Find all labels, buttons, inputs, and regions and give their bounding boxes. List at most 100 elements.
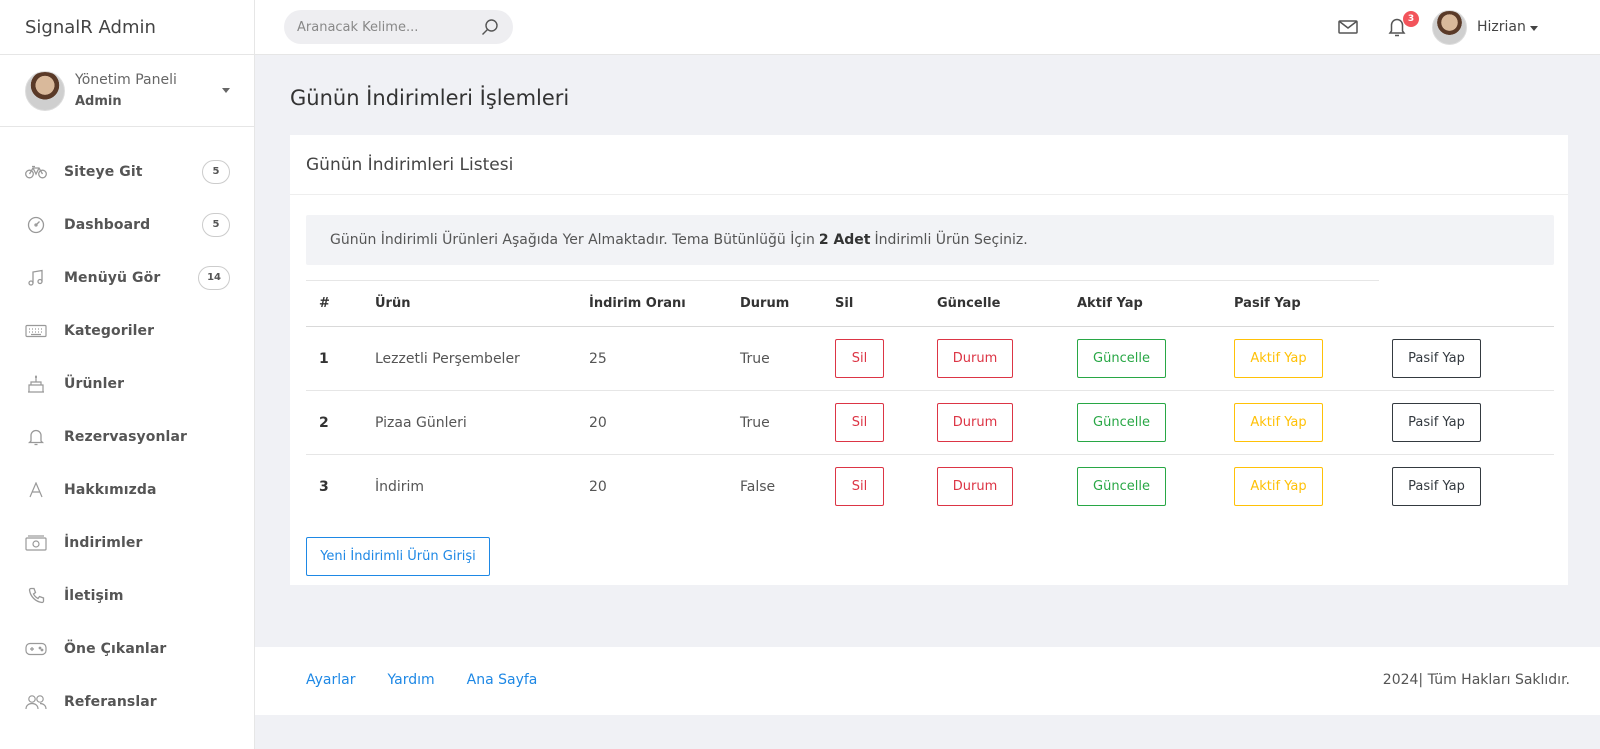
bell-icon bbox=[25, 428, 47, 446]
info-alert: Günün İndirimli Ürünleri Aşağıda Yer Alm… bbox=[306, 215, 1554, 265]
gamepad-icon bbox=[25, 640, 47, 658]
sidebar-item-siteye-git[interactable]: Siteye Git 5 bbox=[0, 145, 254, 198]
copyright-text: 2024| Tüm Hakları Saklıdır. bbox=[1382, 672, 1570, 688]
count-badge: 5 bbox=[202, 212, 230, 237]
money-icon bbox=[25, 534, 47, 552]
table-row: 1 Lezzetli Perşembeler 25 True Sil Durum… bbox=[306, 327, 1554, 391]
column-header: Sil bbox=[822, 280, 924, 327]
discounts-table: # Ürün İndirim Oranı Durum Sil Güncelle … bbox=[306, 280, 1554, 519]
alert-text: Günün İndirimli Ürünleri Aşağıda Yer Alm… bbox=[330, 232, 815, 248]
product-name: Pizaa Günleri bbox=[375, 414, 467, 431]
status-button[interactable]: Durum bbox=[937, 339, 1013, 378]
sidebar-item-referanslar[interactable]: Referanslar bbox=[0, 675, 254, 728]
deactivate-button[interactable]: Pasif Yap bbox=[1392, 403, 1481, 442]
sidebar-item-label: Siteye Git bbox=[64, 163, 143, 180]
search-input[interactable] bbox=[297, 19, 472, 35]
notification-count-badge: 3 bbox=[1403, 11, 1419, 27]
footer-links: Ayarlar Yardım Ana Sayfa bbox=[306, 672, 537, 688]
sidebar-item-indirimler[interactable]: İndirimler bbox=[0, 516, 254, 569]
delete-button[interactable]: Sil bbox=[835, 467, 884, 507]
row-number: 3 bbox=[319, 478, 329, 495]
product-name: Lezzetli Perşembeler bbox=[375, 350, 520, 367]
page-title: Günün İndirimleri İşlemleri bbox=[290, 86, 570, 110]
discount-rate: 20 bbox=[589, 414, 607, 431]
activate-button[interactable]: Aktif Yap bbox=[1234, 467, 1323, 507]
letter-a-icon bbox=[25, 481, 47, 499]
deactivate-button[interactable]: Pasif Yap bbox=[1392, 339, 1481, 378]
footer-link-settings[interactable]: Ayarlar bbox=[306, 672, 355, 688]
alert-bold-text: 2 Adet bbox=[818, 232, 871, 248]
column-header: Durum bbox=[727, 280, 822, 327]
users-icon bbox=[25, 693, 47, 711]
alert-text: İndirimli Ürün Seçiniz. bbox=[874, 232, 1028, 248]
deactivate-button[interactable]: Pasif Yap bbox=[1392, 467, 1481, 507]
caret-down-icon[interactable] bbox=[222, 88, 230, 93]
sidebar-item-menuyu-gor[interactable]: Menüyü Gör 14 bbox=[0, 251, 254, 304]
sidebar-item-rezervasyonlar[interactable]: Rezervasyonlar bbox=[0, 410, 254, 463]
activate-button[interactable]: Aktif Yap bbox=[1234, 403, 1323, 442]
column-header: Güncelle bbox=[924, 280, 1064, 327]
update-button[interactable]: Güncelle bbox=[1077, 339, 1166, 378]
column-header: Pasif Yap bbox=[1221, 280, 1379, 327]
sidebar: SignalR Admin Yönetim Paneli Admin Sitey… bbox=[0, 0, 255, 749]
new-discount-button[interactable]: Yeni İndirimli Ürün Girişi bbox=[306, 537, 490, 576]
discount-rate: 25 bbox=[589, 350, 607, 367]
discounts-card: Günün İndirimleri Listesi Günün İndiriml… bbox=[290, 135, 1568, 585]
sidebar-item-dashboard[interactable]: Dashboard 5 bbox=[0, 198, 254, 251]
mail-icon[interactable] bbox=[1338, 19, 1358, 39]
update-button[interactable]: Güncelle bbox=[1077, 467, 1166, 507]
music-note-icon bbox=[25, 269, 47, 287]
delete-button[interactable]: Sil bbox=[835, 403, 884, 442]
sidebar-item-kategoriler[interactable]: Kategoriler bbox=[0, 304, 254, 357]
gauge-icon bbox=[25, 216, 47, 234]
status-button[interactable]: Durum bbox=[937, 403, 1013, 442]
count-badge: 5 bbox=[202, 159, 230, 184]
sidebar-item-label: Dashboard bbox=[64, 216, 151, 233]
search-box bbox=[284, 10, 513, 44]
discount-rate: 20 bbox=[589, 478, 607, 495]
footer: Ayarlar Yardım Ana Sayfa 2024| Tüm Hakla… bbox=[255, 647, 1600, 715]
top-bar: 3 Hizrian bbox=[255, 0, 1600, 55]
bicycle-icon bbox=[25, 163, 47, 181]
column-header: Ürün bbox=[362, 280, 576, 327]
search-icon[interactable] bbox=[481, 18, 499, 40]
footer-link-home[interactable]: Ana Sayfa bbox=[467, 672, 538, 688]
sidebar-item-one-cikanlar[interactable]: Öne Çıkanlar bbox=[0, 622, 254, 675]
sidebar-item-label: İndirimler bbox=[64, 534, 143, 551]
sidebar-item-label: Öne Çıkanlar bbox=[64, 640, 167, 657]
profile-name: Yönetim Paneli bbox=[75, 72, 177, 88]
count-badge: 14 bbox=[198, 265, 230, 290]
status-value: True bbox=[740, 414, 770, 431]
column-header-empty bbox=[1379, 280, 1554, 327]
update-button[interactable]: Güncelle bbox=[1077, 403, 1166, 442]
phone-icon bbox=[25, 587, 47, 605]
footer-link-help[interactable]: Yardım bbox=[387, 672, 434, 688]
caret-down-icon[interactable] bbox=[1530, 26, 1538, 31]
row-number: 2 bbox=[319, 414, 329, 431]
sidebar-item-iletisim[interactable]: İletişim bbox=[0, 569, 254, 622]
status-value: True bbox=[740, 350, 770, 367]
delete-button[interactable]: Sil bbox=[835, 339, 884, 378]
status-value: False bbox=[740, 478, 776, 495]
column-header: İndirim Oranı bbox=[576, 280, 727, 327]
row-number: 1 bbox=[319, 350, 329, 367]
sidebar-item-urunler[interactable]: Ürünler bbox=[0, 357, 254, 410]
keyboard-icon bbox=[25, 322, 47, 340]
product-name: İndirim bbox=[375, 478, 425, 495]
status-button[interactable]: Durum bbox=[937, 467, 1013, 507]
sidebar-item-label: Kategoriler bbox=[64, 322, 155, 339]
card-title: Günün İndirimleri Listesi bbox=[290, 135, 1568, 195]
sidebar-item-hakkimizda[interactable]: Hakkımızda bbox=[0, 463, 254, 516]
sidebar-nav: Siteye Git 5 Dashboard 5 Menüyü Gör 14 K… bbox=[0, 127, 254, 728]
brand-title[interactable]: SignalR Admin bbox=[0, 0, 254, 55]
table-row: 3 İndirim 20 False Sil Durum Güncelle Ak… bbox=[306, 455, 1554, 519]
user-name[interactable]: Hizrian bbox=[1477, 19, 1526, 35]
profile-panel[interactable]: Yönetim Paneli Admin bbox=[0, 55, 254, 127]
sidebar-item-label: Rezervasyonlar bbox=[64, 428, 187, 445]
user-avatar[interactable] bbox=[1432, 10, 1467, 45]
table-row: 2 Pizaa Günleri 20 True Sil Durum Güncel… bbox=[306, 391, 1554, 455]
sidebar-item-label: Menüyü Gör bbox=[64, 269, 161, 286]
sidebar-item-label: Hakkımızda bbox=[64, 481, 157, 498]
cake-icon bbox=[25, 374, 47, 393]
activate-button[interactable]: Aktif Yap bbox=[1234, 339, 1323, 378]
